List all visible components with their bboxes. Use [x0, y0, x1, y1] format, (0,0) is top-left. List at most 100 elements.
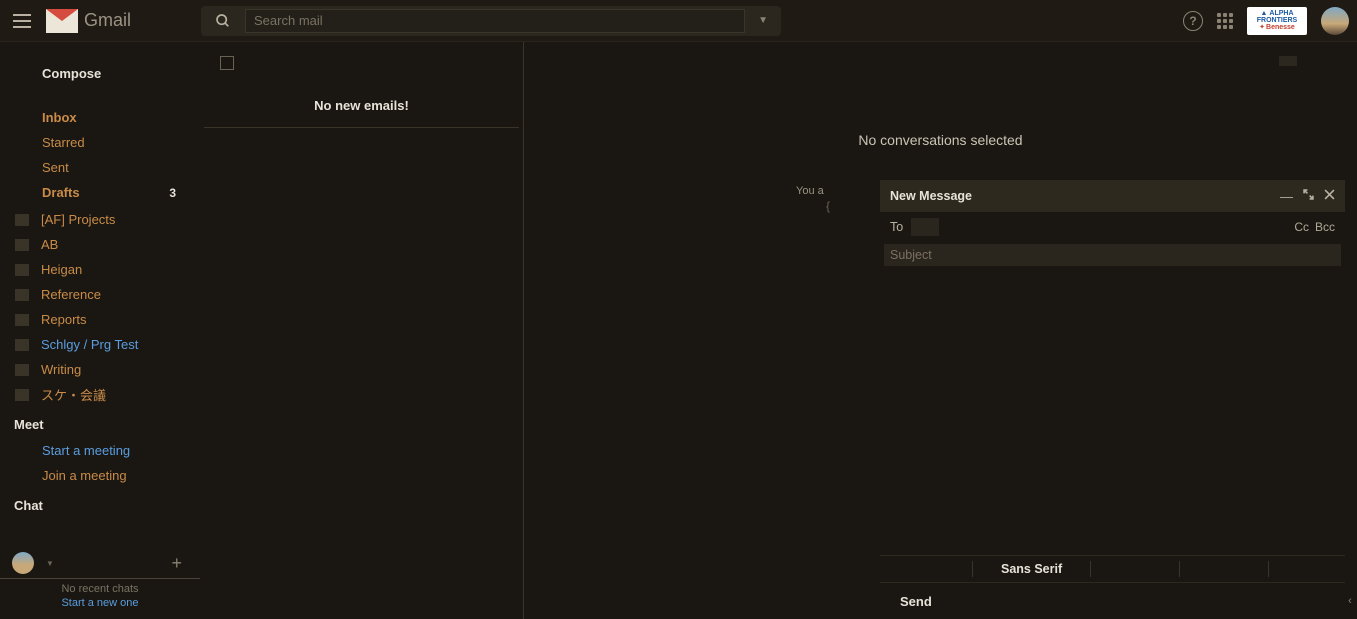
label-text: Schlgy / Prg Test — [41, 337, 138, 352]
to-label: To — [890, 220, 903, 234]
gmail-icon — [46, 9, 78, 33]
font-selector[interactable]: Sans Serif — [1001, 562, 1062, 576]
label-item[interactable]: スケ・会議 — [0, 382, 200, 407]
main-menu-button[interactable] — [0, 14, 44, 28]
label-text: Heigan — [41, 262, 82, 277]
sidebar: Compose Inbox Starred Sent Drafts 3 [AF] … — [0, 42, 200, 619]
divider — [1179, 561, 1180, 577]
search-icon[interactable] — [201, 13, 245, 29]
compose-title: New Message — [890, 189, 972, 203]
empty-thread-message: No new emails! — [204, 84, 519, 128]
search-bar: ▼ — [201, 6, 781, 36]
main-body: Compose Inbox Starred Sent Drafts 3 [AF] … — [0, 42, 1357, 619]
drafts-count: 3 — [169, 186, 176, 200]
fullscreen-icon[interactable] — [1303, 189, 1314, 204]
apps-icon[interactable] — [1217, 13, 1233, 29]
divider — [972, 561, 973, 577]
label-item[interactable]: Reports — [0, 307, 200, 332]
start-meeting[interactable]: Start a meeting — [0, 438, 200, 463]
nav-label: Drafts — [42, 185, 80, 200]
search-options-button[interactable]: ▼ — [745, 15, 781, 26]
nav-label: Starred — [42, 135, 85, 150]
compose-body[interactable] — [884, 270, 1341, 551]
start-new-chat[interactable]: Start a new one — [0, 597, 200, 608]
side-panel-toggle[interactable]: ‹ — [1343, 591, 1357, 611]
gmail-logo[interactable]: Gmail — [46, 9, 131, 33]
help-icon[interactable]: ? — [1183, 11, 1203, 31]
labels-list: [AF] Projects AB Heigan Reference Report… — [0, 207, 200, 407]
cc-button[interactable]: Cc — [1294, 220, 1309, 234]
label-item[interactable]: AB — [0, 232, 200, 257]
app-header: Gmail ▼ ? ▲ALPHA FRONTIERS ✦Benesse — [0, 0, 1357, 42]
product-name: Gmail — [84, 10, 131, 31]
label-item[interactable]: Schlgy / Prg Test — [0, 332, 200, 357]
label-color-icon — [15, 264, 29, 276]
reading-toolbar — [524, 42, 1357, 84]
format-toolbar: Sans Serif — [880, 555, 1345, 583]
reading-panel: No conversations selected You a { New Me… — [524, 42, 1357, 619]
label-text: [AF] Projects — [41, 212, 115, 227]
label-text: Writing — [41, 362, 81, 377]
label-text: スケ・会議 — [41, 385, 106, 404]
subject-row — [884, 244, 1341, 266]
label-text: AB — [41, 237, 58, 252]
new-chat-button[interactable]: + — [171, 553, 182, 574]
label-item[interactable]: Reference — [0, 282, 200, 307]
nav-inbox[interactable]: Inbox — [0, 105, 200, 130]
meet-header: Meet — [0, 417, 200, 432]
label-color-icon — [15, 239, 29, 251]
nav-sent[interactable]: Sent — [0, 155, 200, 180]
meet-list: Start a meeting Join a meeting — [0, 438, 200, 488]
label-text: Reports — [41, 312, 87, 327]
search-input[interactable] — [245, 9, 745, 33]
chevron-down-icon: ▼ — [46, 559, 54, 568]
nav-label: Inbox — [42, 110, 77, 125]
compose-button[interactable]: Compose — [42, 66, 200, 81]
label-color-icon — [15, 389, 29, 401]
chat-panel: ▼ + No recent chats Start a new one — [0, 548, 200, 619]
label-color-icon — [15, 364, 29, 376]
subject-input[interactable] — [884, 244, 1341, 266]
compose-header[interactable]: New Message — — [880, 180, 1345, 212]
nav-label: Sent — [42, 160, 69, 175]
label-color-icon — [15, 339, 29, 351]
chat-avatar-icon — [12, 552, 34, 574]
thread-list-panel: No new emails! — [200, 42, 524, 619]
chat-user-row[interactable]: ▼ + — [0, 548, 200, 579]
join-meeting[interactable]: Join a meeting — [0, 463, 200, 488]
header-actions: ? ▲ALPHA FRONTIERS ✦Benesse — [1183, 7, 1349, 35]
no-conversation-text: No conversations selected — [524, 132, 1357, 148]
nav-folders: Inbox Starred Sent Drafts 3 — [0, 105, 200, 205]
label-item[interactable]: Writing — [0, 357, 200, 382]
nav-drafts[interactable]: Drafts 3 — [0, 180, 200, 205]
send-row: Send — [880, 583, 1345, 619]
bcc-button[interactable]: Bcc — [1315, 220, 1335, 234]
organization-badge: ▲ALPHA FRONTIERS ✦Benesse — [1247, 7, 1307, 35]
to-row: To Cc Bcc — [880, 212, 1345, 242]
minimize-icon[interactable]: — — [1280, 189, 1293, 204]
divider — [1090, 561, 1091, 577]
label-item[interactable]: [AF] Projects — [0, 207, 200, 232]
label-color-icon — [15, 289, 29, 301]
chat-empty: No recent chats Start a new one — [0, 579, 200, 619]
nav-starred[interactable]: Starred — [0, 130, 200, 155]
to-input[interactable] — [911, 218, 939, 236]
send-button[interactable]: Send — [900, 594, 932, 609]
label-color-icon — [15, 214, 29, 226]
thread-toolbar — [200, 42, 523, 84]
close-icon[interactable] — [1324, 189, 1335, 204]
select-all-checkbox[interactable] — [220, 56, 234, 70]
meet-label: Join a meeting — [42, 468, 127, 483]
compose-window: New Message — To Cc — [880, 180, 1345, 619]
toolbar-control[interactable] — [1279, 56, 1297, 66]
truncated-text: You a — [796, 185, 824, 197]
label-text: Reference — [41, 287, 101, 302]
account-avatar[interactable] — [1321, 7, 1349, 35]
truncated-glyph: { — [826, 199, 830, 213]
divider — [1268, 561, 1269, 577]
no-recent-chats: No recent chats — [0, 583, 200, 595]
label-item[interactable]: Heigan — [0, 257, 200, 282]
chat-header: Chat — [0, 498, 200, 513]
meet-label: Start a meeting — [42, 443, 130, 458]
cc-bcc: Cc Bcc — [1294, 220, 1335, 234]
